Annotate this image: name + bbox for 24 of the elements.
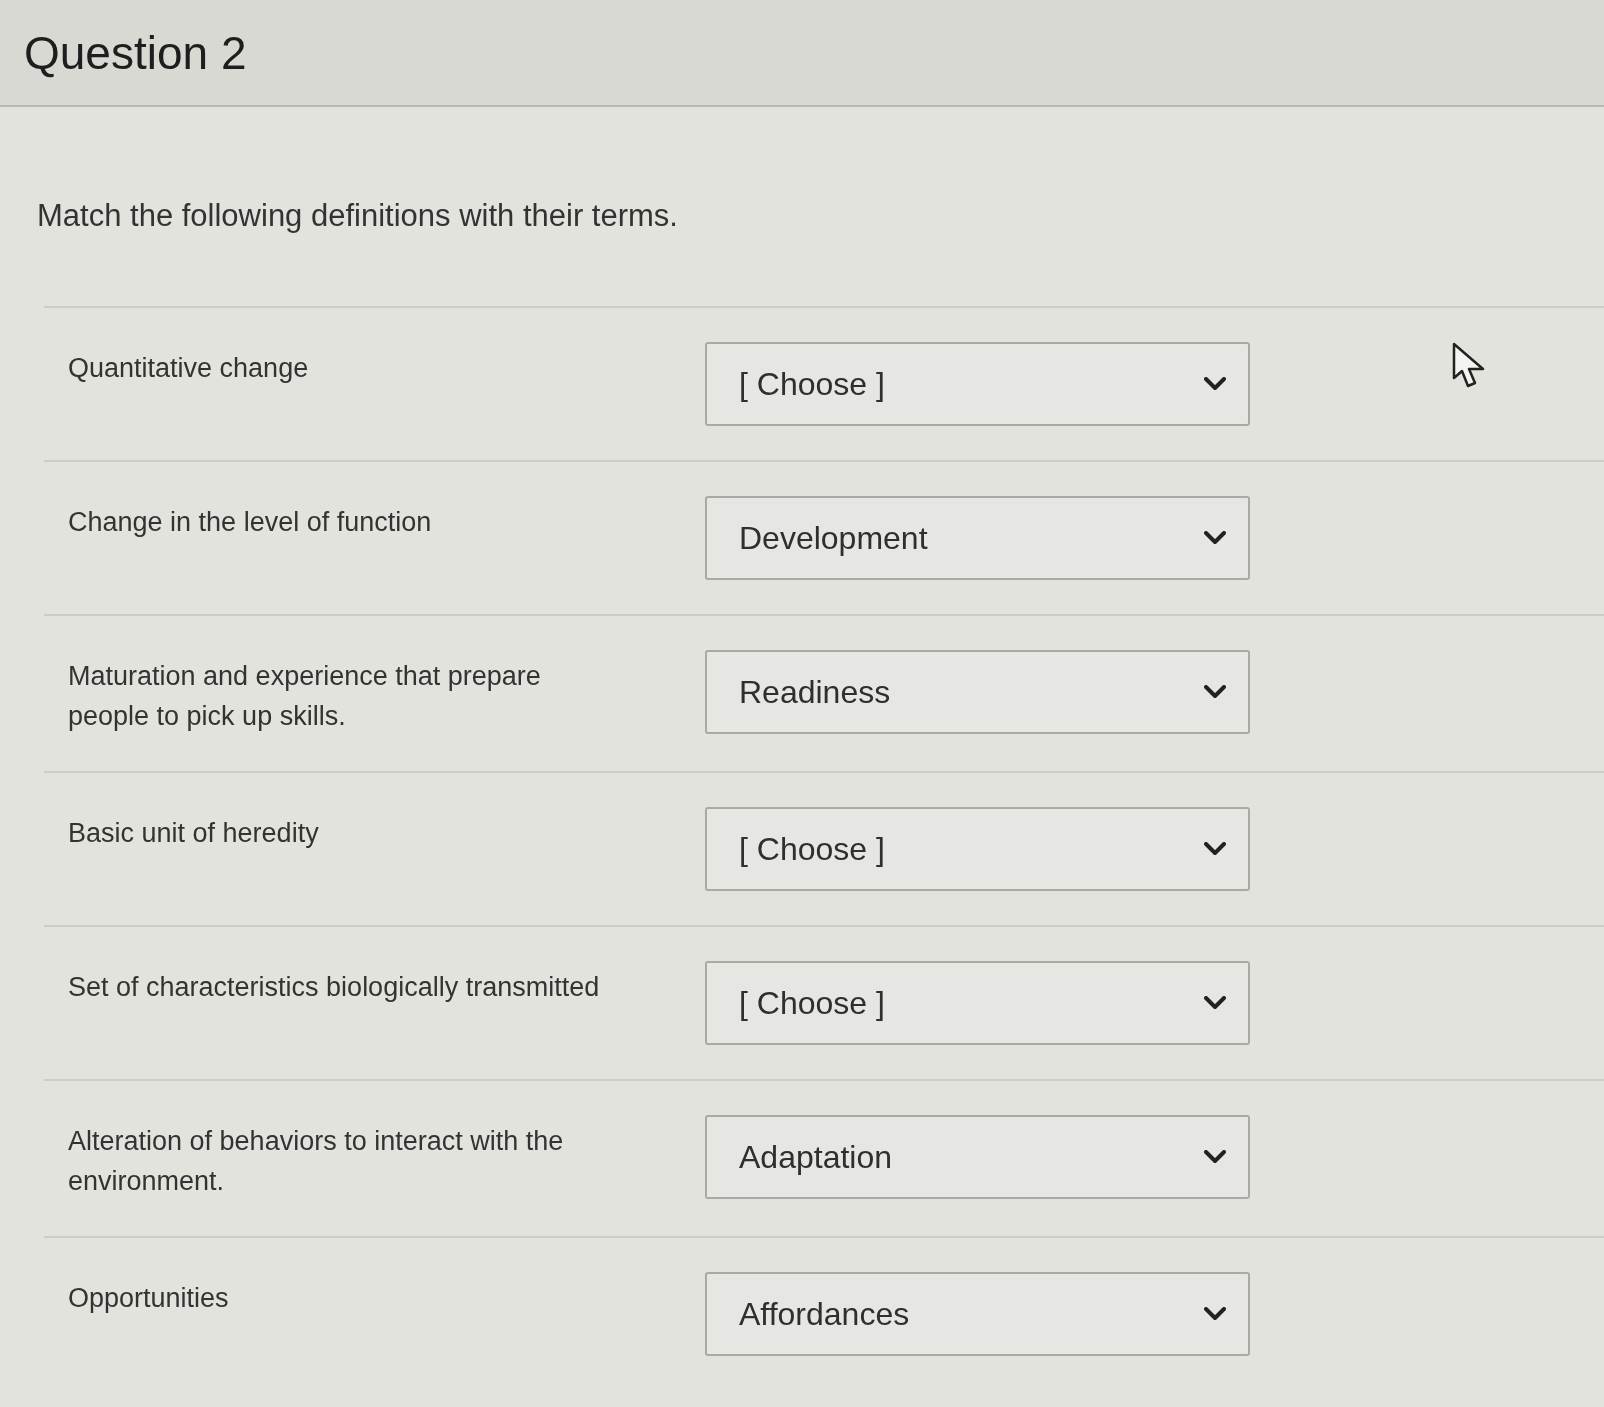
- definition-text: Opportunities: [68, 1282, 229, 1313]
- term-dropdown[interactable]: [ Choose ]: [705, 806, 1250, 891]
- term-dropdown[interactable]: Readiness: [705, 649, 1250, 734]
- chevron-down-icon: [1204, 995, 1226, 1010]
- chevron-down-icon: [1204, 376, 1226, 391]
- definition-text: Maturation and experience that prepare people to pick up skills.: [68, 660, 541, 732]
- instruction-text: Match the following definitions with their terms.: [37, 197, 678, 235]
- term-dropdown[interactable]: [ Choose ]: [705, 960, 1250, 1045]
- term-dropdown[interactable]: [ Choose ]: [705, 341, 1250, 426]
- definition-text: Quantitative change: [68, 352, 309, 383]
- definition-text: Basic unit of heredity: [68, 817, 319, 848]
- chevron-down-icon: [1204, 1149, 1226, 1164]
- definition-text: Change in the level of function: [68, 506, 432, 537]
- question-title: Question 2: [24, 29, 247, 76]
- definition-text: Alteration of behaviors to interact with the environment.: [68, 1125, 564, 1197]
- chevron-down-icon: [1204, 841, 1226, 856]
- chevron-down-icon: [1204, 684, 1226, 699]
- term-dropdown[interactable]: Affordances: [705, 1271, 1250, 1356]
- term-dropdown[interactable]: Adaptation: [705, 1114, 1250, 1199]
- definition-text: Set of characteristics biologically transmitted: [68, 971, 600, 1002]
- term-dropdown[interactable]: Development: [705, 495, 1250, 580]
- chevron-down-icon: [1204, 530, 1226, 545]
- chevron-down-icon: [1204, 1306, 1226, 1321]
- mouse-pointer-icon: [1452, 342, 1486, 388]
